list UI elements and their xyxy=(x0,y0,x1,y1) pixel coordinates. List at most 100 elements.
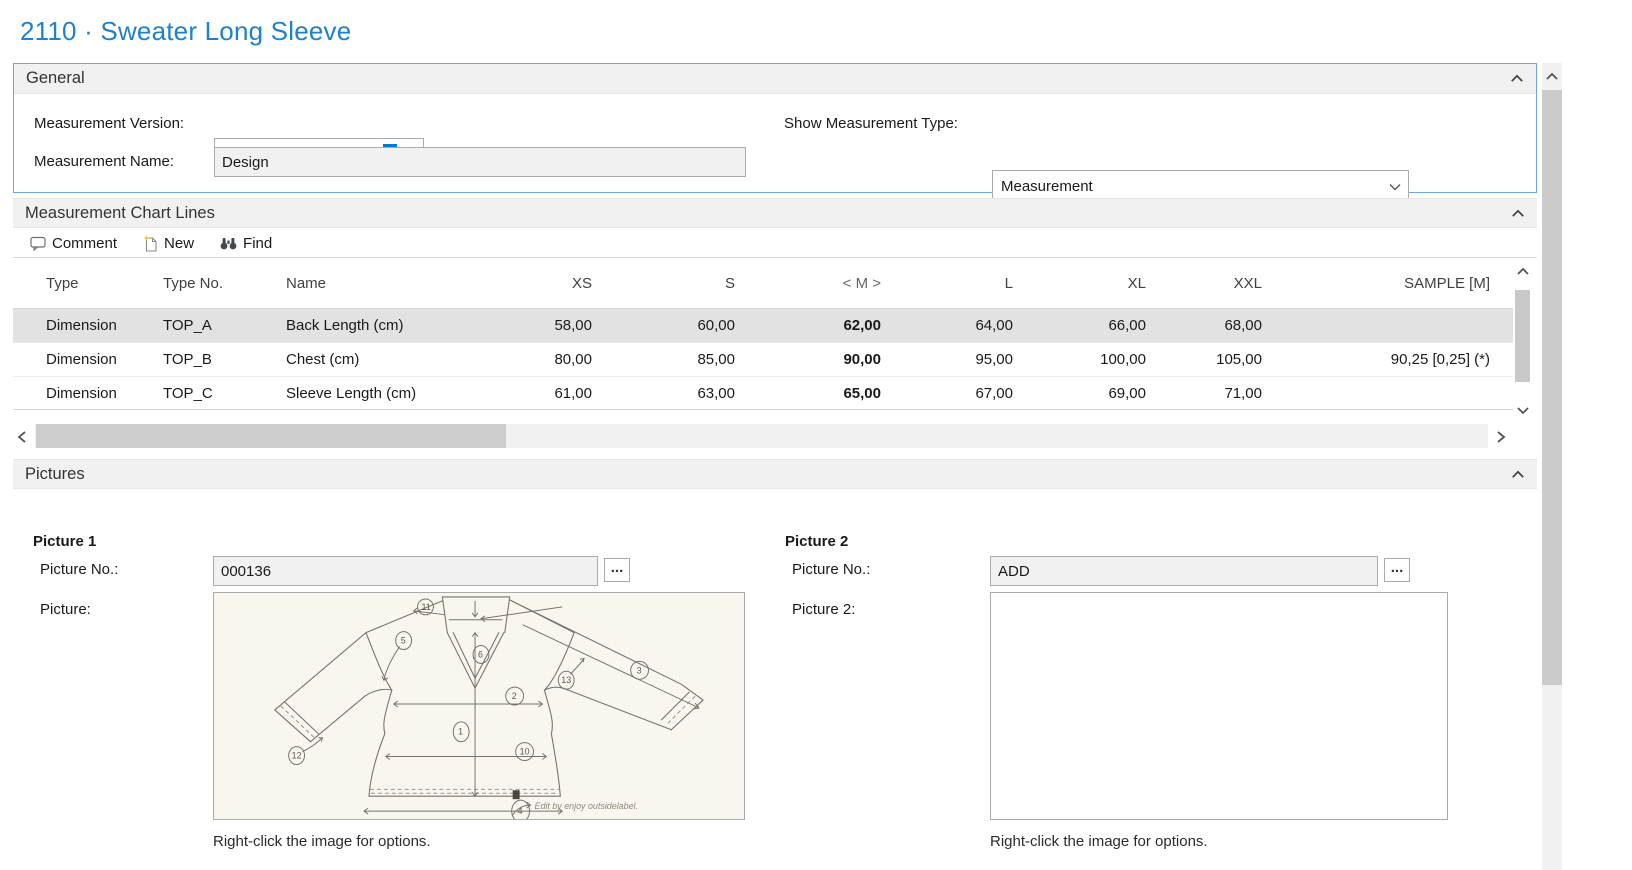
chevron-down-icon[interactable] xyxy=(1389,183,1401,191)
column-header-sample-m[interactable]: SAMPLE [M] xyxy=(1262,275,1490,292)
measurement-name-label: Measurement Name: xyxy=(34,147,174,177)
page-title: 2110 · Sweater Long Sleeve xyxy=(20,16,351,47)
svg-text:6: 6 xyxy=(478,649,483,659)
table-row[interactable]: Dimension TOP_A Back Length (cm) 58,00 6… xyxy=(13,308,1513,342)
comment-button[interactable]: Comment xyxy=(30,235,117,252)
column-header-xl[interactable]: XL xyxy=(1013,275,1146,292)
cell-type-no[interactable]: TOP_A xyxy=(163,317,286,334)
cell-s[interactable]: 85,00 xyxy=(592,351,735,368)
cell-name[interactable]: Chest (cm) xyxy=(286,351,526,368)
column-header-s[interactable]: S xyxy=(592,275,735,292)
new-button-label: New xyxy=(164,235,194,252)
column-header-xxl[interactable]: XXL xyxy=(1146,275,1262,292)
collapse-chevron-icon[interactable] xyxy=(1510,74,1524,83)
cell-xs[interactable]: 61,00 xyxy=(526,385,592,402)
cell-xxl[interactable]: 68,00 xyxy=(1146,317,1262,334)
collapse-chevron-icon[interactable] xyxy=(1511,470,1525,479)
column-header-xs[interactable]: XS xyxy=(526,275,592,292)
svg-text:1: 1 xyxy=(458,727,463,737)
find-button-label: Find xyxy=(243,235,272,252)
cell-s[interactable]: 60,00 xyxy=(592,317,735,334)
new-document-icon xyxy=(143,235,158,252)
cell-xxl[interactable]: 105,00 xyxy=(1146,351,1262,368)
cell-sample[interactable]: 90,25 [0,25] (*) xyxy=(1262,351,1490,368)
collapse-chevron-icon[interactable] xyxy=(1511,209,1525,218)
table-vertical-scrollbar[interactable] xyxy=(1512,262,1534,420)
cell-m[interactable]: 90,00 xyxy=(735,351,881,368)
general-fasttab-title: General xyxy=(26,69,85,88)
scroll-up-icon[interactable] xyxy=(1516,266,1530,276)
page-vertical-scrollbar[interactable] xyxy=(1542,63,1562,870)
comment-icon xyxy=(30,236,46,251)
table-vertical-scrollbar-thumb[interactable] xyxy=(1515,290,1530,382)
cell-type-no[interactable]: TOP_B xyxy=(163,351,286,368)
picture-1-assist-button[interactable]: ... xyxy=(604,558,630,582)
column-header-type[interactable]: Type xyxy=(13,275,163,292)
svg-text:13: 13 xyxy=(561,675,571,685)
cell-m[interactable]: 65,00 xyxy=(735,385,881,402)
picture-1-no-field[interactable]: 000136 xyxy=(213,556,598,586)
page-vertical-scrollbar-thumb[interactable] xyxy=(1542,90,1562,685)
column-header-l[interactable]: L xyxy=(881,275,1013,292)
picture-1-no-label: Picture No.: xyxy=(40,555,118,585)
general-fasttab-header[interactable]: General xyxy=(14,64,1536,94)
find-binoculars-icon xyxy=(220,236,237,250)
cell-xl[interactable]: 66,00 xyxy=(1013,317,1146,334)
table-horizontal-scrollbar[interactable] xyxy=(13,424,1510,448)
picture-2-assist-button[interactable]: ... xyxy=(1384,558,1410,582)
cell-m[interactable]: 62,00 xyxy=(735,317,881,334)
find-button[interactable]: Find xyxy=(220,235,272,252)
cell-name[interactable]: Back Length (cm) xyxy=(286,317,526,334)
picture-1-label: Picture: xyxy=(40,594,91,626)
cell-xl[interactable]: 69,00 xyxy=(1013,385,1146,402)
pictures-fasttab-header[interactable]: Pictures xyxy=(13,459,1537,489)
picture-1-image[interactable]: 1 2 3 4 5 6 10 11 12 13 Edit by enjoy ou… xyxy=(213,592,745,820)
scroll-right-icon[interactable] xyxy=(1492,427,1510,445)
svg-text:5: 5 xyxy=(401,636,406,646)
comment-button-label: Comment xyxy=(52,235,117,252)
svg-text:2: 2 xyxy=(512,691,517,701)
svg-text:Edit by enjoy outsidelabel.: Edit by enjoy outsidelabel. xyxy=(535,801,638,811)
column-header-m-sample-selector[interactable]: < M > xyxy=(735,275,881,292)
new-button[interactable]: New xyxy=(143,235,194,252)
general-fasttab: General Measurement Version: 0 Measureme… xyxy=(13,63,1537,193)
picture-2-image-empty[interactable] xyxy=(990,592,1448,820)
cell-type-no[interactable]: TOP_C xyxy=(163,385,286,402)
cell-type[interactable]: Dimension xyxy=(13,317,163,334)
svg-text:3: 3 xyxy=(637,665,642,675)
chart-lines-fasttab-header[interactable]: Measurement Chart Lines xyxy=(13,198,1537,228)
cell-l[interactable]: 64,00 xyxy=(881,317,1013,334)
picture-1-caption: Right-click the image for options. xyxy=(213,833,431,850)
scroll-left-icon[interactable] xyxy=(13,427,31,445)
show-measurement-type-value: Measurement xyxy=(1001,178,1093,195)
cell-name[interactable]: Sleeve Length (cm) xyxy=(286,385,526,402)
svg-text:12: 12 xyxy=(292,751,302,761)
picture-2-label: Picture 2: xyxy=(792,594,855,626)
picture-2-no-value: ADD xyxy=(998,563,1030,580)
scroll-up-icon[interactable] xyxy=(1545,71,1559,81)
cell-xxl[interactable]: 71,00 xyxy=(1146,385,1262,402)
cell-l[interactable]: 95,00 xyxy=(881,351,1013,368)
table-header-row: Type Type No. Name XS S < M > L XL XXL S… xyxy=(13,258,1513,308)
table-row[interactable]: Dimension TOP_C Sleeve Length (cm) 61,00… xyxy=(13,376,1513,410)
svg-text:10: 10 xyxy=(520,747,530,757)
cell-type[interactable]: Dimension xyxy=(13,351,163,368)
cell-xs[interactable]: 58,00 xyxy=(526,317,592,334)
cell-type[interactable]: Dimension xyxy=(13,385,163,402)
scroll-down-icon[interactable] xyxy=(1516,406,1530,416)
horizontal-scrollbar-thumb[interactable] xyxy=(36,424,506,448)
cell-xs[interactable]: 80,00 xyxy=(526,351,592,368)
cell-xl[interactable]: 100,00 xyxy=(1013,351,1146,368)
column-header-name[interactable]: Name xyxy=(286,275,526,292)
picture-2-no-field[interactable]: ADD xyxy=(990,556,1378,586)
measurement-name-field[interactable]: Design xyxy=(214,147,746,177)
chart-lines-toolbar: Comment New Find xyxy=(13,229,1537,258)
picture-2-heading: Picture 2 xyxy=(785,533,848,550)
column-header-type-no[interactable]: Type No. xyxy=(163,275,286,292)
pictures-fasttab-title: Pictures xyxy=(25,465,85,484)
show-measurement-type-label: Show Measurement Type: xyxy=(784,108,958,140)
cell-s[interactable]: 63,00 xyxy=(592,385,735,402)
cell-l[interactable]: 67,00 xyxy=(881,385,1013,402)
table-row[interactable]: Dimension TOP_B Chest (cm) 80,00 85,00 9… xyxy=(13,342,1513,376)
svg-text:11: 11 xyxy=(422,602,431,612)
